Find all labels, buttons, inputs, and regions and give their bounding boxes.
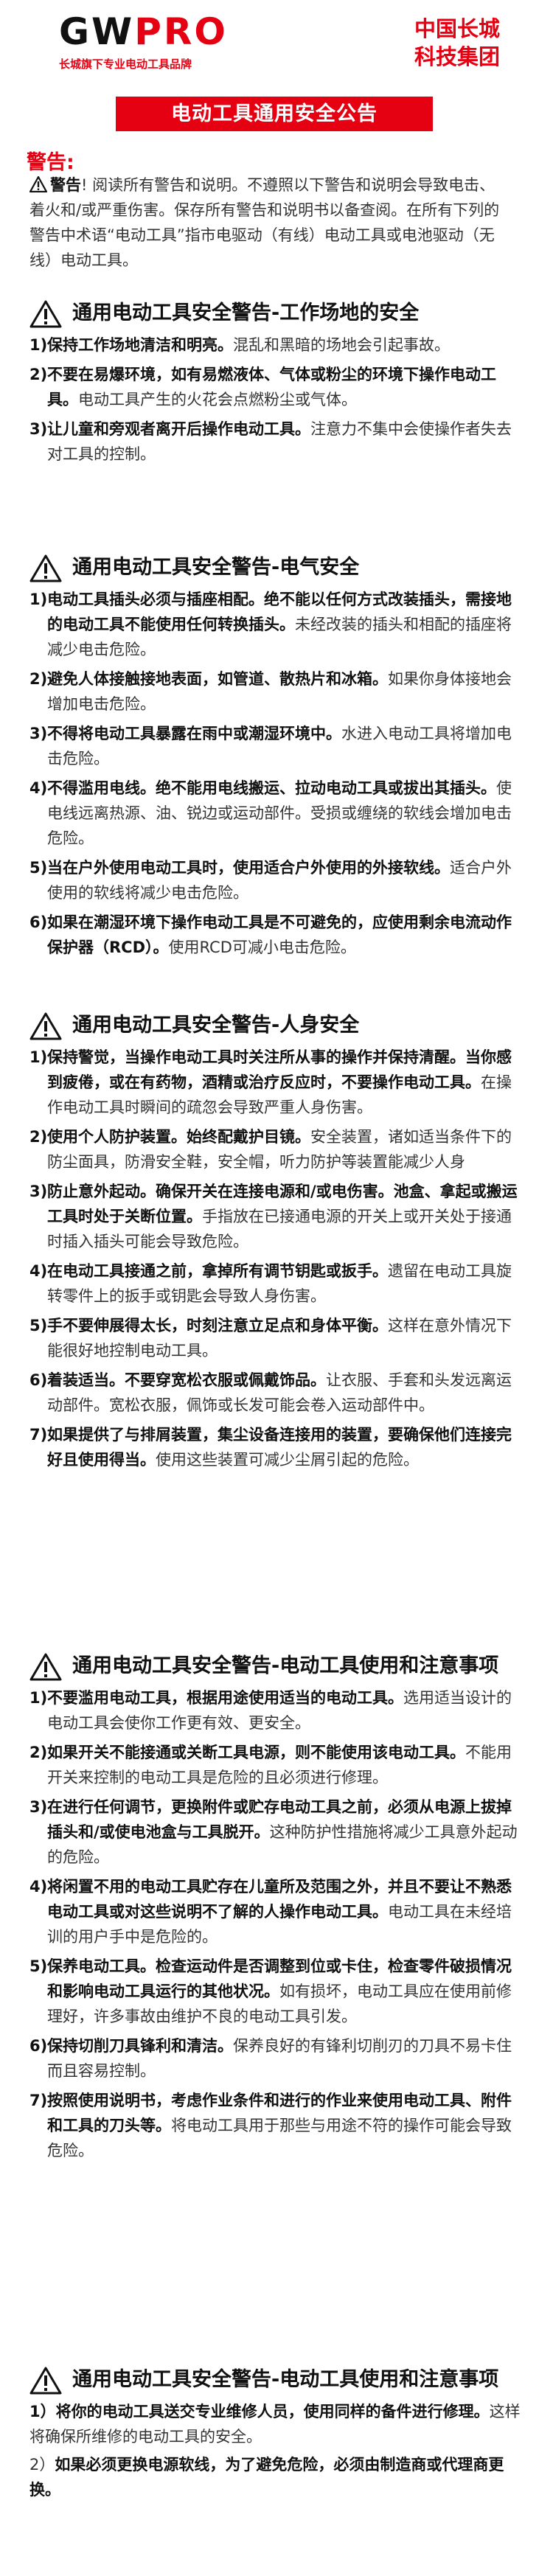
- section-tool-use: 通用电动工具安全警告-电动工具使用和注意事项 1) 不要滥用电动工具，根据用途使用…: [29, 1653, 524, 2163]
- list-item: 4) 在电动工具接通之前，拿掉所有调节钥匙或扳手。遗留在电动工具旋转零件上的扳手或…: [29, 1262, 512, 1305]
- safety-notice-page: GWPRO 长城旗下专业电动工具品牌 中国长城 科技集团 电动工具通用安全公告 …: [0, 0, 553, 2576]
- section-electrical: 通用电动工具安全警告-电气安全 1) 电动工具插头必须与插座相配。绝不能以任何方式…: [29, 554, 524, 960]
- warning-triangle-icon: [29, 1012, 62, 1040]
- section-work-area: 通用电动工具安全警告-工作场地的安全 1) 保持工作场地清洁和明亮。混乱和黑暗的场…: [29, 300, 524, 467]
- brand-logo: GWPRO: [59, 13, 228, 50]
- section-title: 通用电动工具安全警告-电动工具使用和注意事项: [29, 2367, 524, 2395]
- list-item: 7) 按照使用说明书，考虑作业条件和进行的作业来使用电动工具、附件和工具的刀头等。…: [29, 2092, 512, 2159]
- list-item: 5) 当在户外使用电动工具时，使用适合户外使用的外接软线。适合户外使用的软线将减少…: [29, 859, 512, 902]
- list-item: 5) 手不要伸展得太长，时刻注意立足点和身体平衡。这样在意外情况下能很好地控制电动…: [29, 1317, 512, 1360]
- brand-tagline: 长城旗下专业电动工具品牌: [59, 58, 192, 71]
- list-item: 5) 保养电动工具。检查运动件是否调整到位或卡住，检查零件破损情况和影响电动工具运…: [29, 1957, 512, 2025]
- warning-heading: 警告:: [27, 151, 74, 174]
- company-name-line-2: 科技集团: [414, 44, 500, 69]
- list-item: 2) 不要在易爆环境，如有易燃液体、气体或粉尘的环境下操作电动工具。电动工具产生的…: [29, 366, 496, 408]
- list-item: 2) 如果开关不能接通或关断工具电源，则不能使用该电动工具。不能用开关来控制的电动…: [29, 1744, 512, 1786]
- page-title-banner: 电动工具通用安全公告: [116, 97, 433, 131]
- intro-bold: 警告: [50, 176, 81, 194]
- warning-triangle-icon: [29, 1653, 62, 1681]
- warning-triangle-icon: [29, 2367, 62, 2395]
- logo-gw: GW: [59, 10, 135, 53]
- warning-triangle-icon: [29, 554, 62, 582]
- section-title: 通用电动工具安全警告-人身安全: [29, 1012, 524, 1040]
- list-item: 1) 保持警觉，当操作电动工具时关注所从事的操作并保持清醒。当你感到疲倦，或在有药…: [29, 1048, 512, 1116]
- list-item: 6) 着装适当。不要穿宽松衣服或佩戴饰品。让衣服、手套和头发远离运动部件。宽松衣服…: [29, 1371, 512, 1414]
- list-item: 3) 让儿童和旁观者离开后操作电动工具。注意力不集中会使操作者失去对工具的控制。: [29, 420, 512, 463]
- section-service: 通用电动工具安全警告-电动工具使用和注意事项 1）将你的电动工具送交专业维修人员…: [29, 2367, 524, 2502]
- section-title: 通用电动工具安全警告-电气安全: [29, 554, 524, 582]
- list-item: 6) 如果在潮湿环境下操作电动工具是不可避免的，应使用剩余电流动作保护器（RCD）…: [29, 913, 512, 956]
- page-header: GWPRO 长城旗下专业电动工具品牌 中国长城 科技集团: [29, 0, 534, 83]
- company-name: 中国长城 科技集团: [414, 15, 500, 71]
- list-item: 2) 避免人体接触接地表面，如管道、散热片和冰箱。如果你身体接地会增加电击危险。: [29, 670, 512, 713]
- list-item: 3) 在进行任何调节，更换附件或贮存电动工具之前，必须从电源上拔掉插头和/或使电池…: [29, 1798, 518, 1866]
- intro-paragraph: 警告! 阅读所有警告和说明。不遵照以下警告和说明会导致电击、着火和/或严重伤害。…: [29, 173, 509, 273]
- company-name-line-1: 中国长城: [414, 16, 500, 41]
- item-list: 1) 电动工具插头必须与插座相配。绝不能以任何方式改装插头，需接地的电动工具不能使…: [29, 587, 524, 960]
- list-item: 4) 将闲置不用的电动工具贮存在儿童所及范围之外，并且不要让不熟悉电动工具或对这些…: [29, 1878, 512, 1946]
- list-item: 2) 使用个人防护装置。始终配戴护目镜。安全装置，诸如适当条件下的防尘面具，防滑安…: [29, 1128, 512, 1171]
- section-title: 通用电动工具安全警告-电动工具使用和注意事项: [29, 1653, 524, 1681]
- section-personal-safety: 通用电动工具安全警告-人身安全 1) 保持警觉，当操作电动工具时关注所从事的操作并…: [29, 1012, 524, 1472]
- list-item: 1) 电动工具插头必须与插座相配。绝不能以任何方式改装插头，需接地的电动工具不能使…: [29, 591, 512, 658]
- warning-triangle-icon: [29, 300, 62, 328]
- list-item: 6) 保持切削刀具锋利和清洁。保养良好的有锋利切削刃的刀具不易卡住而且容易控制。: [29, 2037, 512, 2080]
- service-paragraph-1: 1）将你的电动工具送交专业维修人员，使用同样的备件进行修理。这样将确保所维修的电…: [29, 2403, 521, 2446]
- intro-text: ! 阅读所有警告和说明。不遵照以下警告和说明会导致电击、着火和/或严重伤害。保存…: [29, 176, 500, 269]
- item-list: 1) 不要滥用电动工具，根据用途使用适当的电动工具。选用适当设计的电动工具会使你工…: [29, 1685, 524, 2163]
- list-item: 3) 不得将电动工具暴露在雨中或潮湿环境中。水进入电动工具将增加电击危险。: [29, 725, 512, 767]
- list-item: 3) 防止意外起动。确保开关在连接电源和/或电伤害。池盒、拿起或搬运工具时处于关断…: [29, 1183, 518, 1250]
- list-item: 4) 不得滥用电线。绝不能用电线搬运、拉动电动工具或拔出其插头。使电线远离热源、油…: [29, 779, 512, 847]
- list-item: 7) 如果提供了与排屑装置，集尘设备连接用的装置，要确保他们连接完好且使用得当。使…: [29, 1426, 512, 1469]
- item-list: 1) 保持工作场地清洁和明亮。混乱和黑暗的场地会引起事故。 2) 不要在易爆环境，如…: [29, 333, 524, 467]
- section-title: 通用电动工具安全警告-工作场地的安全: [29, 300, 524, 328]
- warning-triangle-icon: [29, 176, 47, 192]
- list-item: 1) 不要滥用电动工具，根据用途使用适当的电动工具。选用适当设计的电动工具会使你工…: [29, 1689, 512, 1732]
- list-item: 1) 保持工作场地清洁和明亮。混乱和黑暗的场地会引起事故。: [29, 336, 450, 354]
- item-list: 1) 保持警觉，当操作电动工具时关注所从事的操作并保持清醒。当你感到疲倦，或在有药…: [29, 1045, 524, 1472]
- logo-pro: PRO: [134, 10, 228, 53]
- service-paragraph-2: 2）如果必须更换电源软线，为了避免危险，必须由制造商或代理商更换。: [29, 2456, 504, 2499]
